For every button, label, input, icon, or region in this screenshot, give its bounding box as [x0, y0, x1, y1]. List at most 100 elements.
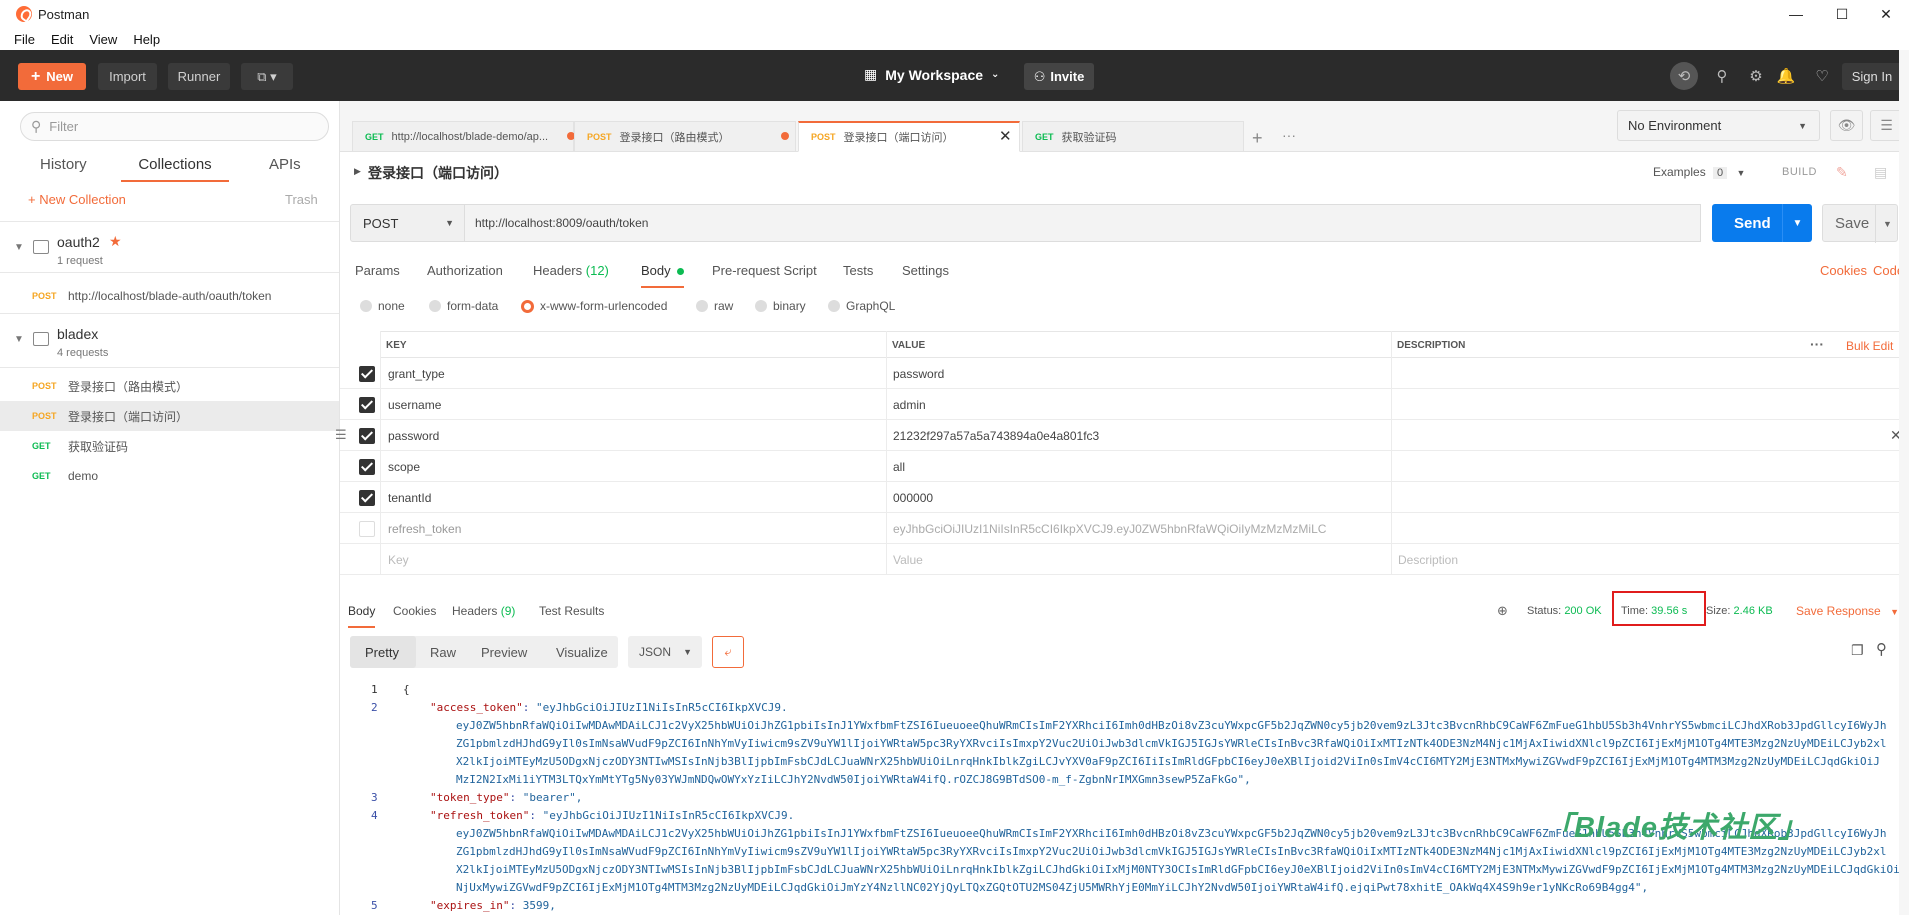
menu-edit[interactable]: Edit	[51, 32, 73, 47]
param-key[interactable]: scope	[388, 451, 420, 482]
new-button[interactable]: + New	[18, 63, 86, 90]
tab-collections[interactable]: Collections	[121, 156, 229, 182]
build-label[interactable]: BUILD	[1782, 166, 1817, 178]
radio-raw[interactable]: raw	[696, 299, 733, 313]
globe-icon[interactable]: ⊕	[1497, 603, 1508, 619]
response-tab-headers[interactable]: Headers (9)	[452, 604, 515, 618]
request-tab[interactable]: POST 登录接口（路由模式）	[574, 121, 796, 152]
tab-tests[interactable]: Tests	[843, 263, 873, 278]
new-collection-button[interactable]: + New Collection	[28, 192, 126, 207]
chevron-down-icon[interactable]: ▼	[1782, 204, 1812, 242]
param-key[interactable]: tenantId	[388, 482, 431, 513]
url-input[interactable]: http://localhost:8009/oauth/token	[465, 204, 1701, 242]
search-icon[interactable]: ⚲	[1876, 640, 1887, 658]
method-select[interactable]: POST ▼	[350, 204, 465, 242]
star-icon[interactable]: ★	[109, 233, 122, 250]
radio-form-data[interactable]: form-data	[429, 299, 498, 313]
response-tab-test-results[interactable]: Test Results	[539, 604, 604, 618]
maximize-button[interactable]: ☐	[1819, 0, 1865, 28]
menu-view[interactable]: View	[89, 32, 117, 47]
menu-help[interactable]: Help	[133, 32, 160, 47]
close-window-button[interactable]: ✕	[1863, 0, 1909, 28]
new-window-button[interactable]: ⧉ ▾	[241, 63, 293, 90]
chevron-right-icon[interactable]: ▶	[354, 166, 361, 177]
response-tab-body[interactable]: Body	[348, 604, 376, 628]
radio-graphql[interactable]: GraphQL	[828, 299, 895, 313]
save-response-button[interactable]: Save Response ▼	[1796, 604, 1899, 618]
collection-bladex[interactable]: ▼ bladex 4 requests	[0, 313, 339, 368]
cookies-link[interactable]: Cookies	[1820, 263, 1867, 278]
save-button[interactable]: Save ▼	[1822, 204, 1899, 243]
workspace-selector[interactable]: ▦ My Workspace ⌄	[864, 66, 999, 83]
sync-off-icon[interactable]: ⟲	[1670, 62, 1698, 90]
sidebar-request[interactable]: GET demo	[0, 461, 339, 491]
chevron-down-icon[interactable]: ▼	[1875, 205, 1899, 243]
comments-icon[interactable]: ▤	[1874, 164, 1887, 181]
param-value[interactable]: 000000	[893, 482, 933, 513]
send-button[interactable]: Send ▼	[1712, 204, 1812, 242]
sidebar-request[interactable]: GET 获取验证码	[0, 431, 339, 461]
eye-icon[interactable]: 👁	[1830, 110, 1863, 141]
param-value[interactable]: all	[893, 451, 905, 482]
environment-selector[interactable]: No Environment ▼	[1617, 110, 1820, 141]
tab-params[interactable]: Params	[355, 263, 400, 278]
tab-authorization[interactable]: Authorization	[427, 263, 503, 278]
examples-dropdown[interactable]: Examples 0 ▼	[1653, 165, 1745, 179]
view-preview[interactable]: Preview	[481, 645, 527, 660]
sidebar-request[interactable]: POST http://localhost/blade-auth/oauth/t…	[0, 281, 339, 311]
response-tab-cookies[interactable]: Cookies	[393, 604, 436, 618]
new-tab-plus-icon[interactable]: +	[1252, 128, 1263, 149]
row-checkbox[interactable]	[359, 490, 375, 506]
chevron-down-icon[interactable]: ▼	[14, 242, 24, 253]
drag-handle-icon[interactable]: ☰	[335, 427, 347, 443]
tab-headers[interactable]: Headers (12)	[533, 263, 609, 278]
import-button[interactable]: Import	[98, 63, 157, 90]
close-icon[interactable]: ✕	[999, 127, 1012, 145]
format-select[interactable]: JSON ▼	[628, 636, 702, 668]
wrap-lines-icon[interactable]: ⤶	[712, 636, 744, 668]
sign-in-button[interactable]: Sign In	[1842, 63, 1902, 90]
request-title[interactable]: 登录接口（端口访问）	[368, 163, 508, 183]
collection-oauth2[interactable]: ▼ oauth2 ★ 1 request	[0, 221, 339, 273]
param-key[interactable]: password	[388, 420, 439, 451]
sidebar-request-selected[interactable]: POST 登录接口（端口访问）	[0, 401, 339, 431]
view-raw[interactable]: Raw	[430, 645, 456, 660]
request-tab[interactable]: GET http://localhost/blade-demo/ap...	[352, 121, 575, 152]
param-value[interactable]: 21232f297a57a5a743894a0e4a801fc3	[893, 420, 1099, 451]
minimize-button[interactable]: —	[1773, 0, 1819, 28]
satellite-icon[interactable]: ⚲	[1710, 64, 1734, 88]
param-value[interactable]: admin	[893, 389, 926, 420]
new-value-input[interactable]: Value	[893, 544, 923, 575]
radio-x-www-form-urlencoded[interactable]: x-www-form-urlencoded	[521, 299, 667, 313]
radio-none[interactable]: none	[360, 299, 405, 313]
param-key[interactable]: username	[388, 389, 441, 420]
tab-settings[interactable]: Settings	[902, 263, 949, 278]
edit-pencil-icon[interactable]: ✎	[1836, 164, 1848, 181]
tab-body[interactable]: Body	[641, 263, 685, 288]
tab-history[interactable]: History	[40, 156, 87, 173]
invite-button[interactable]: ⚇ Invite	[1024, 63, 1094, 90]
new-key-input[interactable]: Key	[388, 544, 409, 575]
view-visualize[interactable]: Visualize	[556, 645, 608, 660]
notifications-bell-icon[interactable]: 🔔	[1774, 64, 1798, 88]
radio-binary[interactable]: binary	[755, 299, 806, 313]
tab-apis[interactable]: APIs	[269, 156, 301, 173]
param-key[interactable]: grant_type	[388, 358, 445, 389]
chevron-down-icon[interactable]: ▼	[14, 334, 24, 345]
param-key[interactable]: refresh_token	[388, 513, 461, 544]
more-options-icon[interactable]: ···	[1810, 336, 1824, 352]
tab-pre-request-script[interactable]: Pre-request Script	[712, 263, 817, 278]
row-checkbox[interactable]	[359, 459, 375, 475]
more-tabs-icon[interactable]: ···	[1282, 127, 1296, 143]
copy-icon[interactable]: ❐	[1851, 642, 1864, 659]
trash-link[interactable]: Trash	[285, 192, 318, 207]
new-description-input[interactable]: Description	[1398, 544, 1458, 575]
row-checkbox[interactable]	[359, 397, 375, 413]
row-checkbox[interactable]	[359, 428, 375, 444]
settings-icon[interactable]: ⚙	[1744, 64, 1768, 88]
sidebar-request[interactable]: POST 登录接口（路由模式）	[0, 371, 339, 401]
runner-button[interactable]: Runner	[168, 63, 230, 90]
filter-input[interactable]: ⚲ Filter	[20, 112, 329, 141]
bulk-edit-link[interactable]: Bulk Edit	[1846, 339, 1893, 353]
request-tab-active[interactable]: POST 登录接口（端口访问） ✕	[798, 121, 1020, 152]
